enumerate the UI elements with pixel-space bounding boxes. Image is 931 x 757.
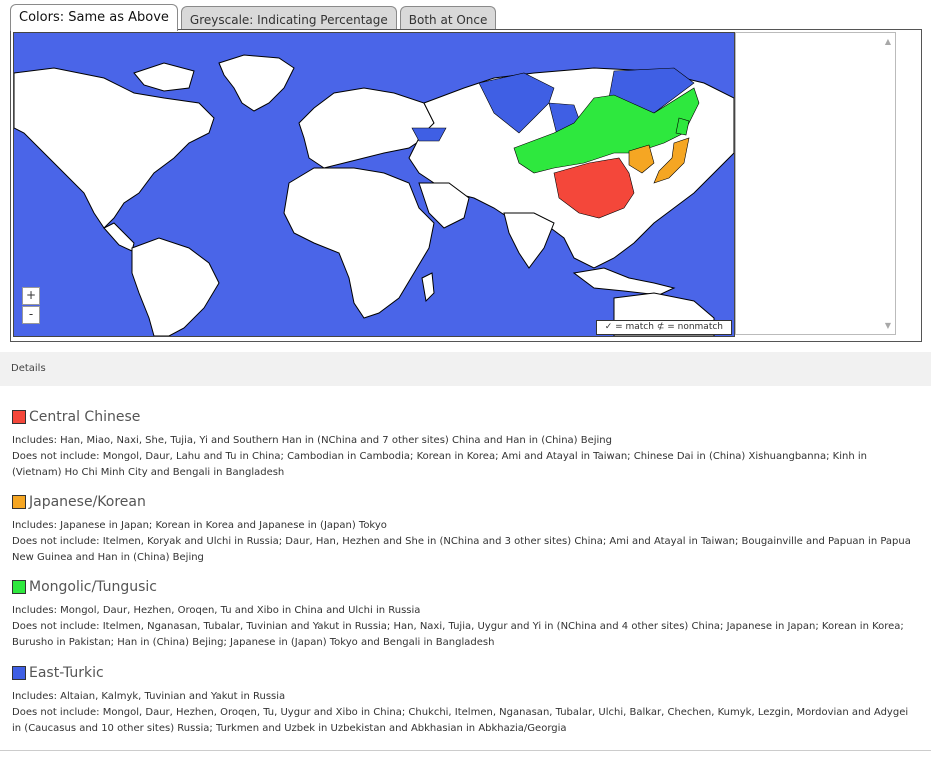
scroll-up-icon[interactable]: ▲: [885, 37, 891, 46]
excludes-text: Does not include: Itelmen, Koryak and Ul…: [12, 536, 911, 563]
tab-both-at-once[interactable]: Both at Once: [399, 6, 497, 31]
land-central-america: [103, 222, 135, 252]
includes-text: Includes: Japanese in Japan; Korean in K…: [12, 520, 387, 531]
details-header: Details: [0, 352, 931, 386]
group-title: Japanese/Korean: [12, 492, 917, 512]
world-map[interactable]: + - ✓ = match ⊄ = nonmatch: [13, 32, 735, 337]
group-title: Central Chinese: [12, 407, 917, 427]
group-mongolic-tungusic: Mongolic/Tungusic Includes: Mongol, Daur…: [12, 577, 917, 651]
zoom-out-button[interactable]: -: [22, 306, 40, 324]
group-title: East-Turkic: [12, 663, 917, 683]
includes-text: Includes: Han, Miao, Naxi, She, Tujia, Y…: [12, 435, 612, 446]
land-greenland: [218, 54, 295, 112]
details-label: Details: [11, 363, 46, 374]
tab-bar: Colors: Same as Above Greyscale: Indicat…: [10, 4, 497, 31]
side-panel: ▲ ▼: [735, 32, 896, 335]
land-africa: [283, 167, 435, 319]
group-name: Central Chinese: [29, 409, 141, 425]
group-name: East-Turkic: [29, 665, 104, 681]
tab-colors-same-as-above[interactable]: Colors: Same as Above: [10, 4, 178, 31]
group-name: Japanese/Korean: [29, 494, 146, 510]
group-central-chinese: Central Chinese Includes: Han, Miao, Nax…: [12, 407, 917, 481]
land-madagascar: [421, 272, 435, 303]
map-legend: ✓ = match ⊄ = nonmatch: [595, 320, 732, 335]
map-svg: [14, 54, 734, 336]
land-south-america: [131, 237, 220, 336]
color-swatch: [12, 580, 26, 594]
color-swatch: [12, 495, 26, 509]
includes-text: Includes: Mongol, Daur, Hezhen, Oroqen, …: [12, 605, 421, 616]
scrollbar[interactable]: ▲ ▼: [879, 33, 895, 334]
tab-greyscale[interactable]: Greyscale: Indicating Percentage: [180, 6, 397, 31]
includes-text: Includes: Altaian, Kalmyk, Tuvinian and …: [12, 691, 286, 702]
land-arctic-islands: [133, 62, 195, 92]
land-indonesia: [572, 267, 676, 296]
scroll-down-icon[interactable]: ▼: [885, 321, 891, 330]
group-name: Mongolic/Tungusic: [29, 579, 157, 595]
excludes-text: Does not include: Mongol, Daur, Hezhen, …: [12, 707, 909, 734]
land-india: [503, 212, 555, 269]
zoom-in-button[interactable]: +: [22, 287, 40, 305]
land-north-america: [14, 67, 215, 229]
color-swatch: [12, 410, 26, 424]
group-japanese-korean: Japanese/Korean Includes: Japanese in Ja…: [12, 492, 917, 566]
map-panel: + - ✓ = match ⊄ = nonmatch ▲ ▼: [10, 29, 922, 342]
excludes-text: Does not include: Itelmen, Nganasan, Tub…: [12, 621, 904, 648]
divider: [0, 750, 931, 751]
color-swatch: [12, 666, 26, 680]
group-east-turkic: East-Turkic Includes: Altaian, Kalmyk, T…: [12, 663, 917, 737]
excludes-text: Does not include: Mongol, Daur, Lahu and…: [12, 451, 867, 478]
group-title: Mongolic/Tungusic: [12, 577, 917, 597]
